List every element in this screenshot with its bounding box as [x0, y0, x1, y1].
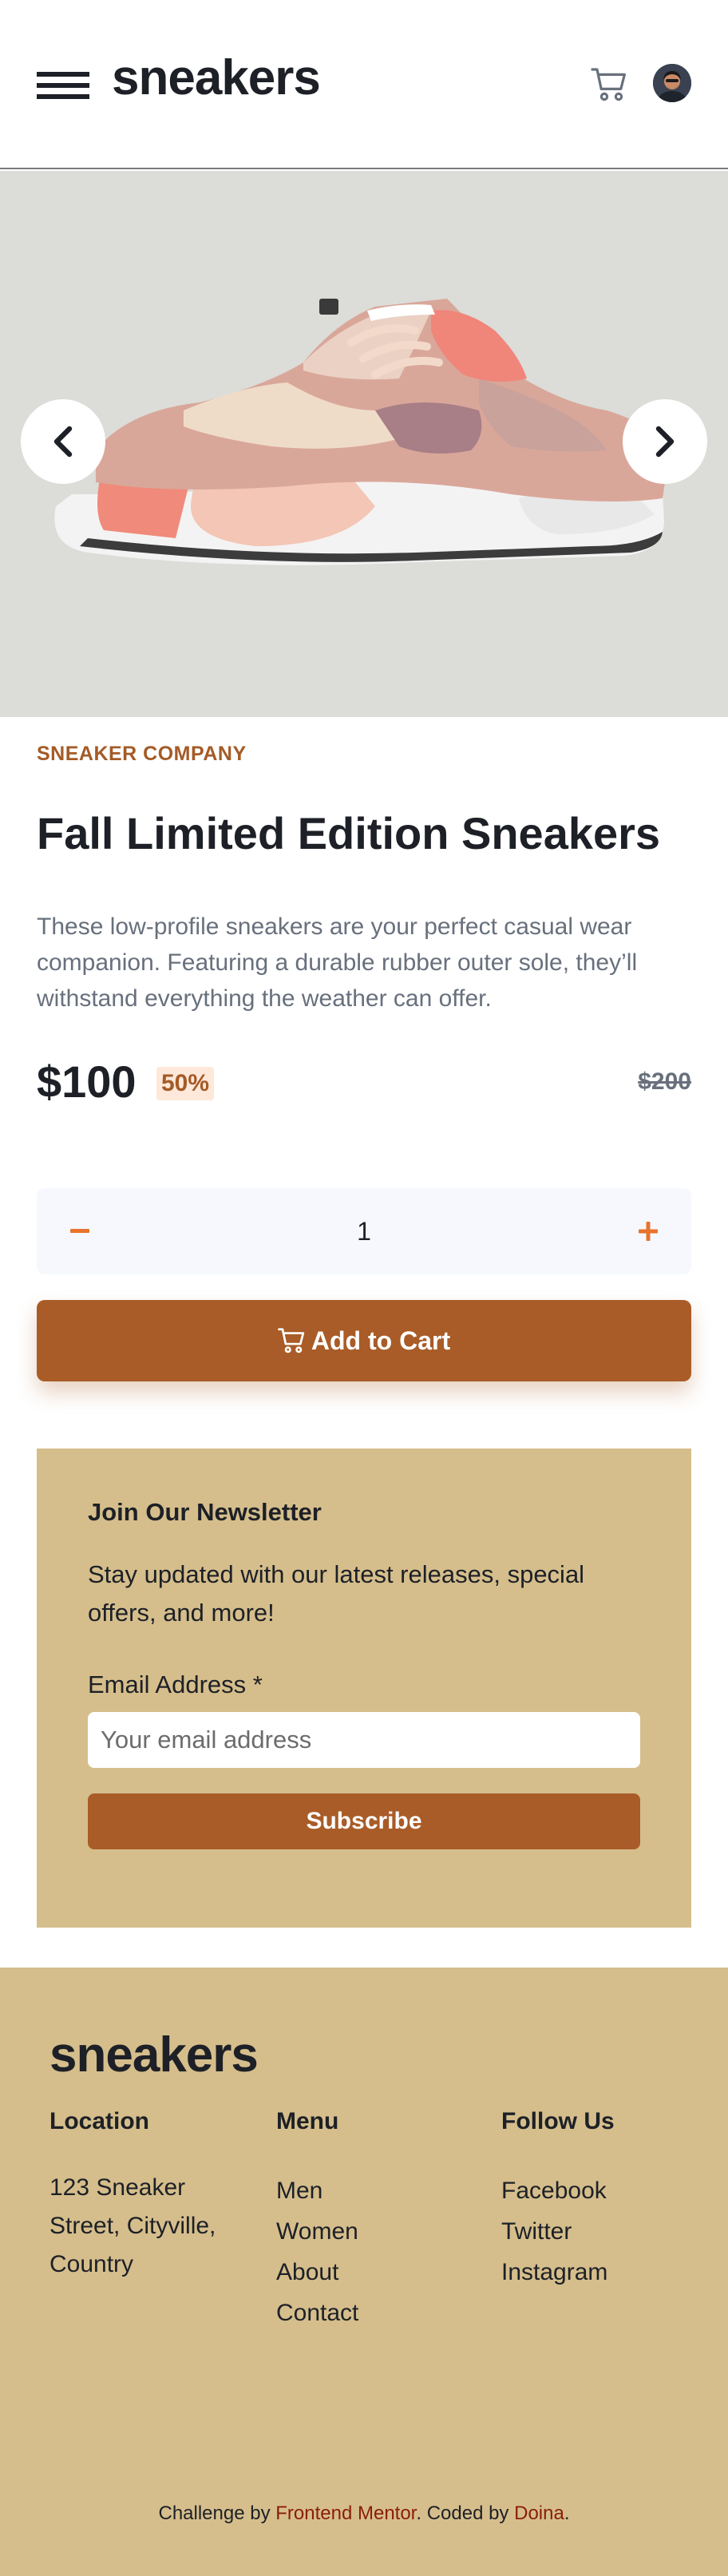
frontend-mentor-link[interactable]: Frontend Mentor — [275, 2503, 416, 2524]
site-header: sneakers — [0, 0, 728, 169]
email-label: Email Address * — [88, 1670, 263, 1698]
follow-title: Follow Us — [501, 2108, 615, 2134]
subscribe-button[interactable]: Subscribe — [88, 1793, 640, 1849]
footer-location-column: Location 123 Sneaker Street, Cityville, … — [49, 2108, 233, 2284]
footer-logo: sneakers — [49, 2027, 259, 2083]
decrease-quantity-button[interactable] — [56, 1207, 104, 1255]
footer-menu-column: Menu Men Women About Contact — [276, 2108, 460, 2333]
email-field[interactable] — [88, 1712, 640, 1768]
next-image-button[interactable] — [623, 399, 707, 484]
product-image — [0, 171, 728, 717]
social-link-facebook[interactable]: Facebook — [501, 2170, 685, 2211]
location-address: 123 Sneaker Street, Cityville, Country — [49, 2174, 216, 2277]
social-link-twitter[interactable]: Twitter — [501, 2211, 685, 2252]
menu-bar — [37, 83, 89, 88]
footer-menu-link-contact[interactable]: Contact — [276, 2293, 460, 2333]
attribution-suffix: . — [564, 2503, 570, 2524]
newsletter-title: Join Our Newsletter — [88, 1498, 322, 1526]
footer-menu-link-men[interactable]: Men — [276, 2170, 460, 2211]
quantity-stepper: 1 — [37, 1188, 691, 1274]
previous-image-button[interactable] — [21, 399, 105, 484]
chevron-right-icon — [655, 426, 675, 458]
menu-title: Menu — [276, 2108, 339, 2134]
cart-icon[interactable] — [591, 67, 629, 102]
original-price: $200 — [638, 1068, 691, 1095]
plus-icon — [639, 1222, 658, 1241]
author-link[interactable]: Doina — [514, 2503, 564, 2524]
discount-badge: 50% — [156, 1067, 215, 1100]
attribution-prefix: Challenge by — [158, 2503, 276, 2524]
social-link-instagram[interactable]: Instagram — [501, 2252, 685, 2293]
footer-social-list: Facebook Twitter Instagram — [501, 2170, 685, 2293]
product-title: Fall Limited Edition Sneakers — [37, 808, 661, 858]
increase-quantity-button[interactable] — [624, 1207, 672, 1255]
site-footer: sneakers Location 123 Sneaker Street, Ci… — [0, 1968, 728, 2576]
footer-follow-column: Follow Us Facebook Twitter Instagram — [501, 2108, 685, 2293]
current-price: $100 — [37, 1056, 136, 1107]
location-title: Location — [49, 2108, 149, 2134]
newsletter-text: Stay updated with our latest releases, s… — [88, 1560, 585, 1627]
attribution: Challenge by Frontend Mentor. Coded by D… — [0, 2503, 728, 2525]
chevron-left-icon — [53, 426, 73, 458]
newsletter-section: Join Our Newsletter Stay updated with ou… — [37, 1449, 691, 1928]
hamburger-menu-icon[interactable] — [37, 72, 89, 99]
product-description: These low-profile sneakers are your perf… — [37, 913, 638, 1012]
quantity-value: 1 — [357, 1217, 371, 1246]
company-name: SNEAKER COMPANY — [37, 743, 247, 765]
avatar[interactable] — [653, 64, 691, 102]
footer-menu-link-about[interactable]: About — [276, 2252, 460, 2293]
add-to-cart-button[interactable]: Add to Cart — [37, 1300, 691, 1381]
add-to-cart-label: Add to Cart — [311, 1326, 451, 1355]
menu-bar — [37, 94, 89, 99]
menu-bar — [37, 72, 89, 77]
footer-menu-link-women[interactable]: Women — [276, 2211, 460, 2252]
cart-icon — [278, 1328, 305, 1353]
attribution-middle: . Coded by — [416, 2503, 515, 2524]
minus-icon — [70, 1229, 89, 1233]
footer-menu-list: Men Women About Contact — [276, 2170, 460, 2333]
sneaker-image — [54, 299, 667, 565]
logo[interactable]: sneakers — [112, 50, 321, 106]
